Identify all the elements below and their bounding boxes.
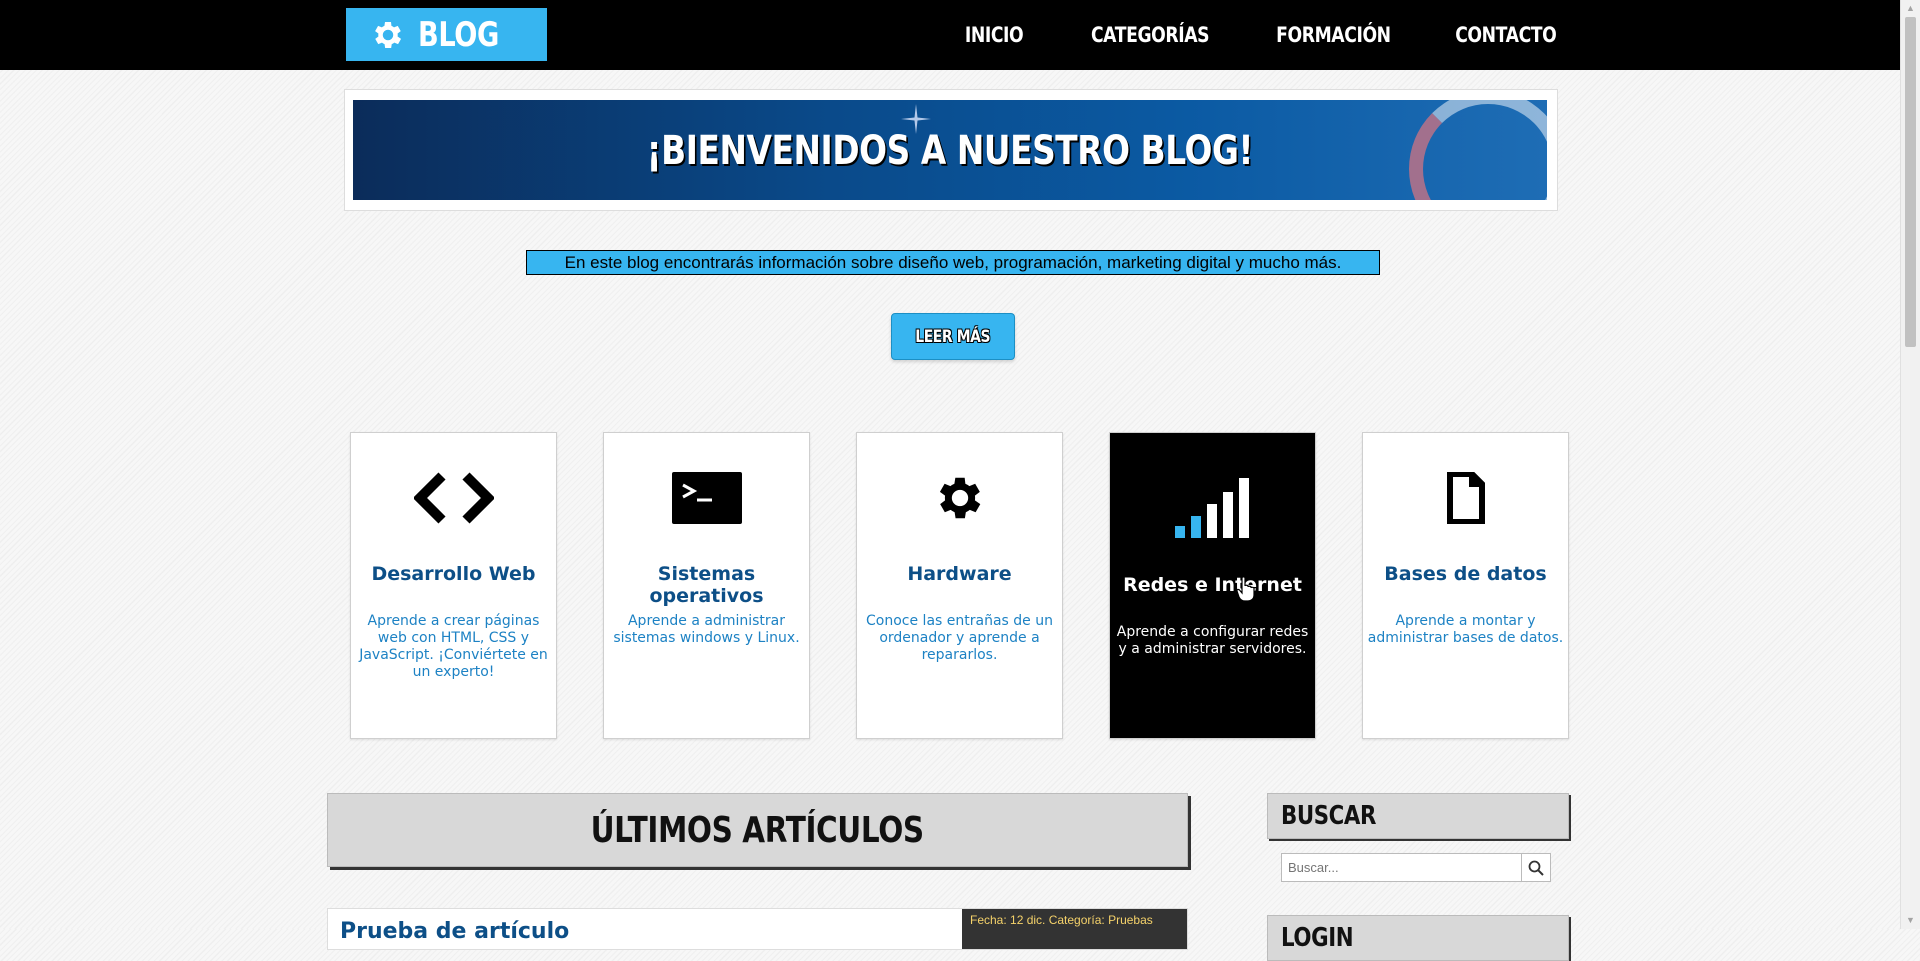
gear-icon: [939, 477, 980, 519]
scrollbar-thumb[interactable]: [1905, 17, 1916, 347]
nav-item-inicio[interactable]: INICIO: [964, 23, 1023, 47]
category-card-hardware[interactable]: Hardware Conoce las entrañas de un orden…: [856, 432, 1063, 739]
article-title[interactable]: Prueba de artículo: [340, 919, 569, 944]
card-icon-wrap: [1363, 463, 1568, 533]
card-description: Aprende a montar y administrar bases de …: [1367, 613, 1564, 646]
card-icon-wrap: [604, 463, 809, 533]
banner-title: ¡BIENVENIDOS A NUESTRO BLOG!: [646, 128, 1254, 174]
intro-text: En este blog encontrarás información sob…: [526, 250, 1380, 275]
search-input[interactable]: [1281, 853, 1521, 882]
card-icon-wrap: [1110, 471, 1315, 541]
nav-item-categorias[interactable]: CATEGORÍAS: [1091, 23, 1210, 47]
main-nav: INICIO CATEGORÍAS FORMACIÓN CONTACTO: [910, 0, 1556, 70]
article-card[interactable]: Prueba de artículo Fecha: 12 dic. Catego…: [327, 908, 1188, 950]
login-heading-wrapper: LOGIN: [1268, 916, 1568, 960]
search-widget-header: BUSCAR: [1267, 793, 1569, 839]
gear-icon: [375, 21, 402, 48]
article-meta: Fecha: 12 dic. Categoría: Pruebas: [962, 909, 1187, 949]
latest-articles-heading: ÚLTIMOS ARTÍCULOS: [590, 809, 925, 851]
latest-articles-heading-wrapper: ÚLTIMOS ARTÍCULOS: [554, 810, 960, 851]
card-icon-wrap: [351, 463, 556, 533]
blog-logo[interactable]: BLOG: [346, 8, 547, 61]
card-title: Hardware: [907, 563, 1012, 585]
card-title: Bases de datos: [1384, 563, 1547, 585]
card-description: Aprende a configurar redes y a administr…: [1116, 624, 1309, 657]
card-title: Redes e Internet: [1123, 574, 1302, 596]
latest-articles-header: ÚLTIMOS ARTÍCULOS: [327, 793, 1188, 867]
login-widget-header: LOGIN: [1267, 915, 1569, 961]
signal-icon: [1174, 478, 1249, 538]
read-more-button[interactable]: LEER MÁS: [891, 313, 1015, 360]
welcome-banner-frame: ¡BIENVENIDOS A NUESTRO BLOG!: [344, 89, 1558, 211]
welcome-banner: ¡BIENVENIDOS A NUESTRO BLOG!: [353, 100, 1547, 200]
card-description: Aprende a administrar sistemas windows y…: [613, 613, 800, 646]
category-card-desarrollo-web[interactable]: Desarrollo Web Aprende a crear páginas w…: [350, 432, 557, 739]
hand-cursor-icon: [1236, 576, 1255, 602]
scroll-up-arrow-icon[interactable]: ▲: [1901, 0, 1920, 17]
document-icon: [1446, 472, 1485, 524]
search-form: [1281, 853, 1551, 882]
read-more-label: LEER MÁS: [915, 326, 991, 347]
banner-title-wrapper: ¡BIENVENIDOS A NUESTRO BLOG!: [353, 128, 1547, 174]
search-icon: [1528, 860, 1544, 876]
card-description: Conoce las entrañas de un ordenador y ap…: [866, 613, 1053, 663]
category-card-bases-de-datos[interactable]: Bases de datos Aprende a montar y admini…: [1362, 432, 1569, 739]
card-title: Desarrollo Web: [371, 563, 536, 585]
terminal-icon: [671, 472, 742, 524]
nav-item-formacion[interactable]: FORMACIÓN: [1276, 23, 1391, 47]
scroll-down-arrow-icon[interactable]: ▼: [1901, 912, 1920, 929]
card-description: Aprende a crear páginas web con HTML, CS…: [359, 613, 548, 680]
category-card-redes-internet[interactable]: Redes e Internet Aprende a configurar re…: [1109, 432, 1316, 739]
code-icon: [413, 472, 494, 524]
card-title: Sistemas operativos: [649, 563, 764, 607]
login-heading: LOGIN: [1281, 923, 1354, 953]
search-heading: BUSCAR: [1281, 801, 1377, 831]
nav-item-contacto[interactable]: CONTACTO: [1455, 23, 1557, 47]
search-button[interactable]: [1521, 853, 1551, 882]
page-scrollbar[interactable]: ▲ ▼: [1900, 0, 1920, 929]
logo-text: BLOG: [418, 14, 499, 55]
search-heading-wrapper: BUSCAR: [1268, 794, 1568, 838]
card-icon-wrap: [857, 463, 1062, 533]
category-card-sistemas-operativos[interactable]: Sistemas operativos Aprende a administra…: [603, 432, 810, 739]
top-navbar: BLOG INICIO CATEGORÍAS FORMACIÓN CONTACT…: [0, 0, 1901, 70]
